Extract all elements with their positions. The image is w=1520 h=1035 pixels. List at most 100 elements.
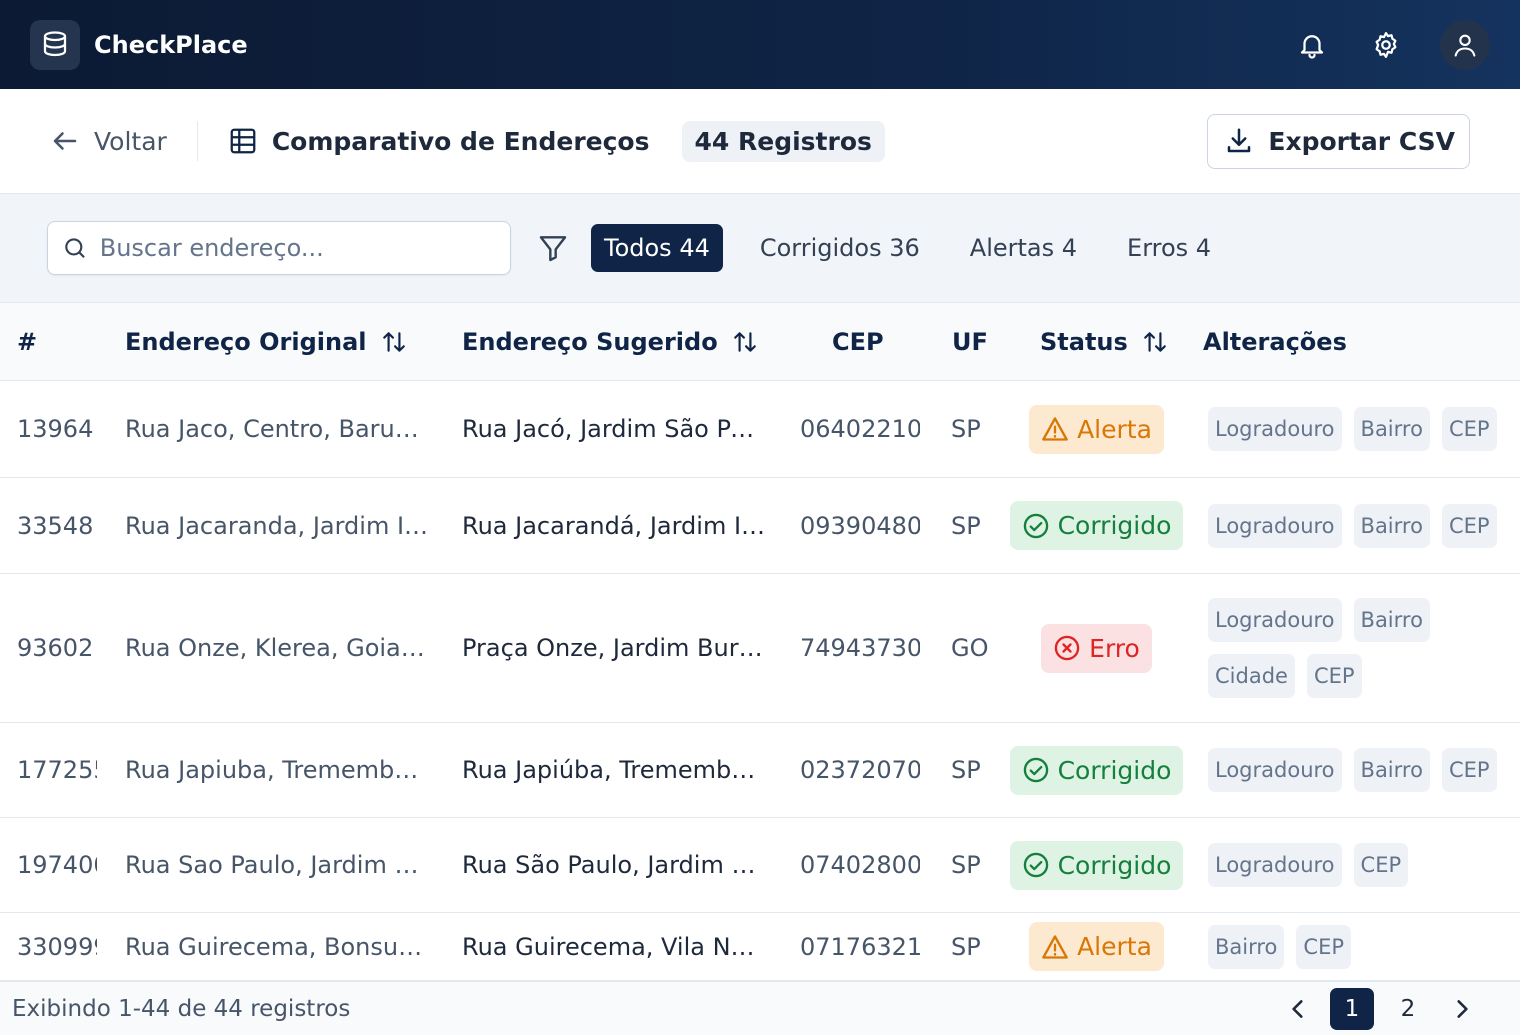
change-chip: CEP — [1441, 748, 1497, 792]
change-chip: Cidade — [1208, 654, 1295, 698]
page-title: Comparativo de Endereços — [271, 126, 650, 156]
check-circle-icon — [1022, 512, 1050, 540]
change-chip: Bairro — [1208, 924, 1285, 969]
back-label: Voltar — [94, 126, 167, 156]
tab-corrigidos[interactable]: Corrigidos 36 — [747, 224, 933, 272]
col-suggested[interactable]: Endereço Sugerido — [462, 303, 758, 381]
changes-list: Logradouro Bairro CEP — [1208, 478, 1498, 573]
changes-list: Logradouro CEP — [1208, 818, 1498, 912]
search-box — [47, 221, 511, 275]
row-id: 93602 — [17, 634, 94, 662]
back-button[interactable]: Voltar — [50, 126, 167, 156]
original-address: Rua Sao Paulo, Jardim Rosa — [125, 851, 430, 879]
status-badge: Corrigido — [1009, 745, 1184, 795]
change-chip: Logradouro — [1208, 843, 1342, 887]
export-csv-button[interactable]: Exportar CSV — [1207, 113, 1470, 169]
original-address: Rua Japiuba, Tremembe, SP — [125, 756, 430, 784]
search-input[interactable] — [99, 234, 496, 262]
top-bar: CheckPlace — [0, 0, 1520, 89]
page-1-button[interactable]: 1 — [1330, 987, 1374, 1030]
change-chip: Bairro — [1353, 503, 1430, 548]
change-chip: CEP — [1353, 843, 1409, 887]
database-icon — [30, 19, 80, 70]
prev-page-button[interactable] — [1278, 989, 1318, 1029]
table-row[interactable]: 13964 Rua Jaco, Centro, Barueri, SP Rua Ja… — [0, 381, 1520, 478]
gear-icon[interactable] — [1366, 25, 1406, 65]
uf: SP — [951, 756, 981, 784]
table-row[interactable]: 177255 Rua Japiuba, Tremembe, SP Rua Japiú… — [0, 723, 1520, 818]
changes-list: Logradouro Bairro Cidade CEP — [1208, 574, 1498, 722]
uf: SP — [951, 415, 981, 443]
warning-icon — [1041, 415, 1069, 443]
sort-icon — [382, 332, 405, 352]
change-chip: CEP — [1306, 654, 1362, 698]
divider — [196, 121, 198, 161]
next-page-button[interactable] — [1442, 989, 1482, 1029]
records-summary: Exibindo 1-44 de 44 registros — [12, 995, 351, 1022]
download-icon — [1228, 128, 1251, 153]
change-chip: CEP — [1441, 407, 1497, 451]
original-address: Rua Guirecema, Bonsucesso — [125, 932, 430, 961]
table-footer: Exibindo 1-44 de 44 registros 1 2 — [0, 981, 1520, 1035]
tab-erros[interactable]: Erros 4 — [1114, 224, 1224, 272]
changes-list: Logradouro Bairro CEP — [1208, 381, 1498, 477]
change-chip: CEP — [1296, 924, 1352, 969]
bell-icon[interactable] — [1292, 25, 1332, 65]
table-row[interactable]: 93602 Rua Onze, Klerea, Goiania Praça Onze… — [0, 574, 1520, 723]
table-row[interactable]: 197400 Rua Sao Paulo, Jardim Rosa Rua São … — [0, 818, 1520, 913]
suggested-address: Rua Jacarandá, Jardim Ipanema — [462, 511, 767, 540]
suggested-address: Rua São Paulo, Jardim Rosa — [462, 851, 767, 879]
change-chip: Logradouro — [1208, 503, 1342, 548]
filter-icon[interactable] — [535, 230, 571, 266]
cep: 07402800 — [800, 851, 920, 879]
cep: 06402210 — [800, 415, 920, 443]
row-id: 330999 — [17, 932, 97, 961]
tab-alertas[interactable]: Alertas 4 — [957, 224, 1090, 272]
row-id: 197400 — [17, 851, 97, 879]
change-chip: CEP — [1441, 503, 1497, 548]
changes-list: Logradouro Bairro CEP — [1208, 723, 1498, 817]
arrow-left-icon — [53, 132, 77, 150]
status-badge: Alerta — [1029, 404, 1164, 454]
original-address: Rua Jacaranda, Jardim Ipanema — [125, 511, 430, 540]
check-circle-icon — [1022, 756, 1050, 784]
row-id: 177255 — [17, 756, 97, 784]
table-header: # Endereço Original Endereço Sugerido CE… — [0, 303, 1520, 381]
tab-todos[interactable]: Todos 44 — [591, 224, 723, 272]
table-row[interactable]: 33548 Rua Jacaranda, Jardim Ipanema Rua Ja… — [0, 478, 1520, 574]
table-row[interactable]: 330999 Rua Guirecema, Bonsucesso Rua Guire… — [0, 913, 1520, 981]
uf: SP — [951, 932, 981, 961]
sort-icon — [733, 332, 756, 352]
row-id: 13964 — [17, 415, 94, 443]
filter-bar: Todos 44 Corrigidos 36 Alertas 4 Erros 4 — [0, 194, 1520, 303]
address-table: # Endereço Original Endereço Sugerido CE… — [0, 303, 1520, 981]
change-chip: Bairro — [1353, 598, 1430, 642]
export-label: Exportar CSV — [1268, 126, 1455, 156]
col-cep: CEP — [832, 328, 884, 356]
table-body: 13964 Rua Jaco, Centro, Barueri, SP Rua Ja… — [0, 381, 1520, 981]
suggested-address: Praça Onze, Jardim Buriti Sereno — [462, 634, 767, 662]
x-circle-icon — [1053, 634, 1081, 662]
row-id: 33548 — [17, 511, 94, 540]
check-circle-icon — [1022, 851, 1050, 879]
suggested-address: Rua Jacó, Jardim São Pedro, Barueri — [462, 415, 767, 443]
chevron-left-icon — [1292, 999, 1303, 1018]
col-status[interactable]: Status — [1040, 303, 1168, 381]
change-chip: Bairro — [1353, 407, 1430, 451]
uf: SP — [951, 851, 981, 879]
col-id: # — [17, 328, 38, 356]
col-original[interactable]: Endereço Original — [125, 303, 407, 381]
user-avatar[interactable] — [1440, 19, 1490, 70]
original-address: Rua Onze, Klerea, Goiania — [125, 634, 430, 662]
page-header: Voltar Comparativo de Endereços 44 Regis… — [0, 89, 1520, 194]
change-chip: Logradouro — [1208, 598, 1342, 642]
suggested-address: Rua Guirecema, Vila Nova Bonsucesso — [462, 932, 767, 961]
records-count-badge: 44 Registros — [681, 120, 885, 162]
cep: 02372070 — [800, 756, 920, 784]
suggested-address: Rua Japiúba, Tremembé, São Paulo — [462, 756, 767, 784]
user-icon — [1454, 34, 1476, 57]
page-2-button[interactable]: 2 — [1386, 988, 1430, 1030]
chevron-right-icon — [1457, 999, 1468, 1018]
cep: 09390480 — [800, 511, 920, 540]
change-chip: Bairro — [1353, 748, 1430, 792]
